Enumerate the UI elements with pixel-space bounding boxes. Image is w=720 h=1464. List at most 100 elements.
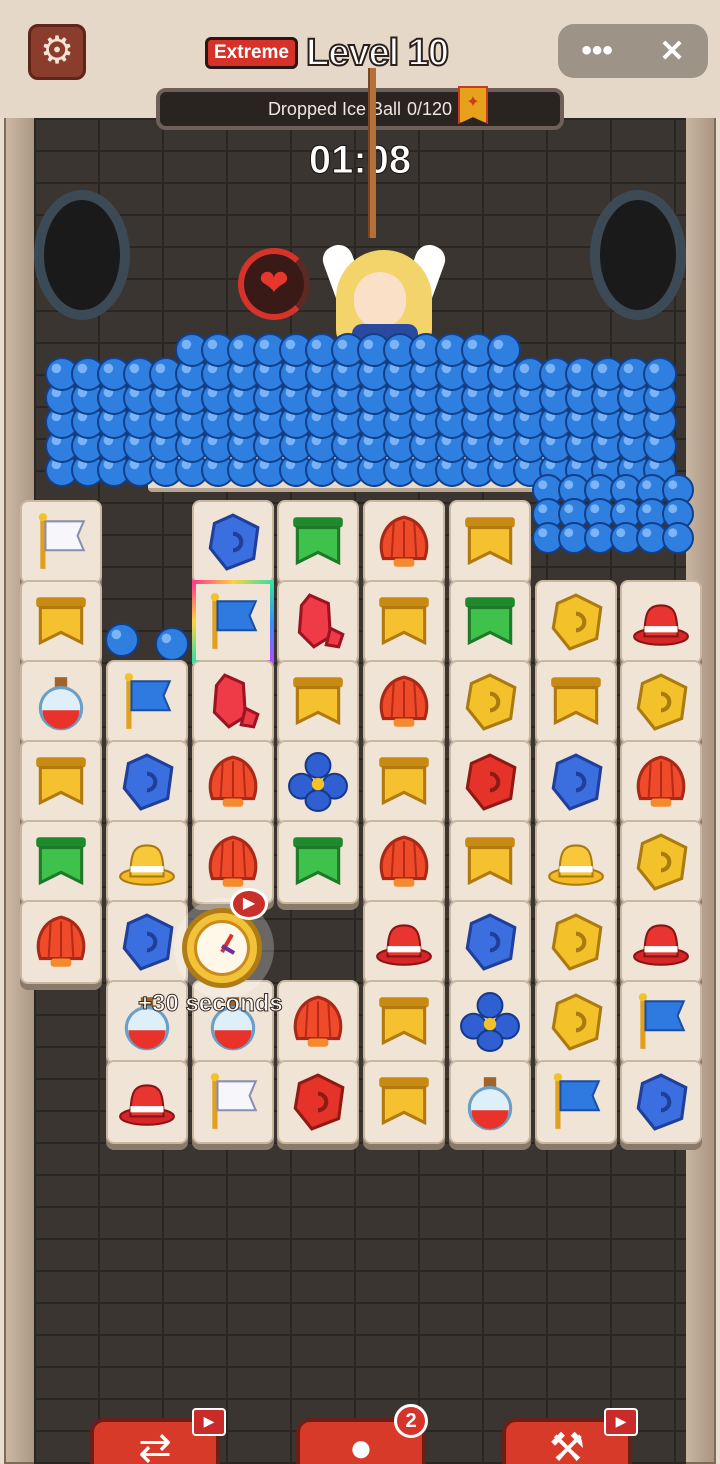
banner-yellow-icon: [373, 991, 435, 1053]
video-ad-icon: ▶: [230, 888, 268, 920]
hat-red-icon: [373, 911, 435, 973]
crystal-icon: [202, 671, 264, 733]
tile-banner-green[interactable]: [449, 580, 531, 664]
banner-green-icon: [459, 591, 521, 653]
gem-yellow-icon: [630, 831, 692, 893]
gem-blue-icon: [545, 751, 607, 813]
tile-gem-blue[interactable]: [449, 900, 531, 984]
tile-potion[interactable]: [449, 1060, 531, 1144]
tile-banner-yellow[interactable]: [449, 820, 531, 904]
tile-crystal[interactable]: [277, 580, 359, 664]
flag-white-icon: [202, 1071, 264, 1133]
tile-banner-yellow[interactable]: [277, 660, 359, 744]
flag-blue-icon: [116, 671, 178, 733]
banner-yellow-icon: [545, 671, 607, 733]
hammer-icon: ⚒: [549, 1426, 585, 1464]
tile-shell[interactable]: [620, 740, 702, 824]
gem-yellow-icon: [545, 591, 607, 653]
tile-gem-yellow[interactable]: [535, 980, 617, 1064]
tile-banner-yellow[interactable]: [363, 980, 445, 1064]
gem-red-icon: [287, 1071, 349, 1133]
tile-hat-red[interactable]: [620, 580, 702, 664]
tile-potion[interactable]: [20, 660, 102, 744]
banner-green-icon: [30, 831, 92, 893]
tile-banner-yellow[interactable]: [363, 740, 445, 824]
banner-yellow-icon: [287, 671, 349, 733]
banner-yellow-icon: [373, 591, 435, 653]
hint-bulb-icon: ●: [348, 1426, 374, 1464]
gem-yellow-icon: [545, 991, 607, 1053]
tile-banner-yellow[interactable]: [449, 500, 531, 584]
tile-banner-yellow[interactable]: [363, 580, 445, 664]
tile-banner-green[interactable]: [20, 820, 102, 904]
bonus-time-label: +30 seconds: [138, 990, 284, 1018]
tile-flower[interactable]: [277, 740, 359, 824]
hat-yellow-icon: [545, 831, 607, 893]
tile-gem-blue[interactable]: [535, 740, 617, 824]
banner-yellow-icon: [373, 1071, 435, 1133]
tile-crystal[interactable]: [192, 660, 274, 744]
tile-gem-yellow[interactable]: [535, 580, 617, 664]
banner-yellow-icon: [459, 511, 521, 573]
gem-red-icon: [459, 751, 521, 813]
tile-hat-red[interactable]: [106, 1060, 188, 1144]
gem-blue-icon: [630, 1071, 692, 1133]
tile-flag-blue[interactable]: [106, 660, 188, 744]
hat-red-icon: [630, 591, 692, 653]
banner-yellow-icon: [373, 751, 435, 813]
tile-flag-white[interactable]: [192, 1060, 274, 1144]
tile-hat-red[interactable]: [620, 900, 702, 984]
tile-flag-blue[interactable]: [535, 1060, 617, 1144]
hat-red-icon: [116, 1071, 178, 1133]
shell-icon: [202, 751, 264, 813]
shell-icon: [373, 511, 435, 573]
tile-flag-blue[interactable]: [192, 580, 274, 664]
hammer-button[interactable]: ⚒ ▶: [502, 1408, 638, 1464]
banner-green-icon: [287, 511, 349, 573]
tile-shell[interactable]: [20, 900, 102, 984]
tile-gem-red[interactable]: [277, 1060, 359, 1144]
gem-blue-icon: [459, 911, 521, 973]
flag-blue-icon: [545, 1071, 607, 1133]
tile-banner-yellow[interactable]: [535, 660, 617, 744]
tile-shell[interactable]: [192, 740, 274, 824]
banner-yellow-icon: [30, 591, 92, 653]
tile-hat-yellow[interactable]: [535, 820, 617, 904]
banner-green-icon: [287, 831, 349, 893]
tile-gem-blue[interactable]: [620, 1060, 702, 1144]
tile-banner-yellow[interactable]: [20, 580, 102, 664]
hat-yellow-icon: [116, 831, 178, 893]
gem-yellow-icon: [630, 671, 692, 733]
gem-blue-icon: [116, 751, 178, 813]
tile-board: [0, 0, 720, 1464]
tile-gem-blue[interactable]: [106, 740, 188, 824]
hint-count-badge: 2: [394, 1404, 428, 1438]
tile-gem-red[interactable]: [449, 740, 531, 824]
tile-shell[interactable]: [363, 660, 445, 744]
tile-shell[interactable]: [363, 820, 445, 904]
tile-banner-green[interactable]: [277, 500, 359, 584]
shell-icon: [202, 831, 264, 893]
tile-banner-yellow[interactable]: [20, 740, 102, 824]
shell-icon: [373, 671, 435, 733]
tile-gem-yellow[interactable]: [449, 660, 531, 744]
crystal-icon: [287, 591, 349, 653]
tile-gem-yellow[interactable]: [620, 820, 702, 904]
flower-icon: [287, 751, 349, 813]
hat-red-icon: [630, 911, 692, 973]
shuffle-button[interactable]: ⇄ ▶: [90, 1408, 226, 1464]
tile-shell[interactable]: [363, 500, 445, 584]
potion-icon: [459, 1071, 521, 1133]
tile-gem-blue[interactable]: [192, 500, 274, 584]
banner-yellow-icon: [459, 831, 521, 893]
hint-button[interactable]: ● 2: [296, 1404, 428, 1464]
tile-hat-red[interactable]: [363, 900, 445, 984]
tile-banner-yellow[interactable]: [363, 1060, 445, 1144]
tile-flower[interactable]: [449, 980, 531, 1064]
shuffle-icon: ⇄: [138, 1426, 172, 1464]
tile-gem-yellow[interactable]: [620, 660, 702, 744]
tile-flag-blue[interactable]: [620, 980, 702, 1064]
flag-white-icon: [30, 511, 92, 573]
tile-gem-yellow[interactable]: [535, 900, 617, 984]
tile-flag-white[interactable]: [20, 500, 102, 584]
